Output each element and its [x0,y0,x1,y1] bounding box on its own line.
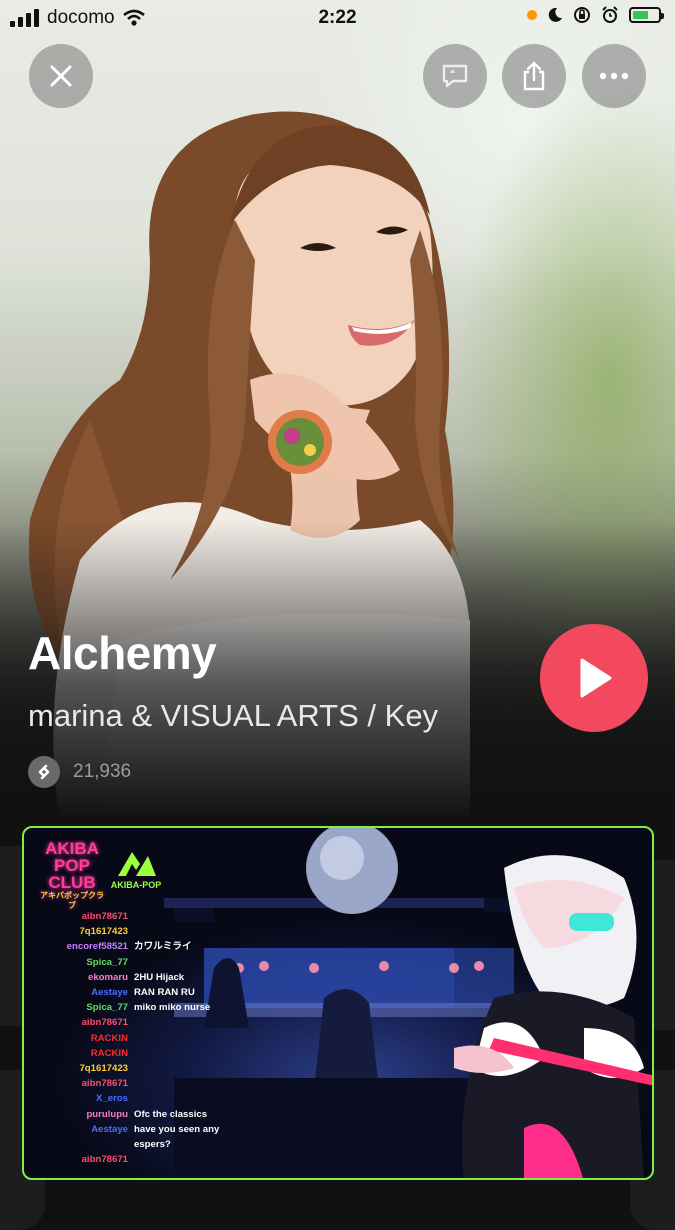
close-icon [50,65,72,87]
status-right [527,6,664,24]
akiba-pop-logo-text: AKIBA-POP [110,880,162,890]
chat-username: X_eros [96,1093,128,1105]
chat-row: 7q1617423 [30,1061,270,1076]
lyrics-icon: ❝ [442,64,468,88]
chat-username [30,1137,128,1152]
chat-row: 7q1617423 [30,924,270,939]
logo-line-1: AKIBA [45,839,99,858]
shazam-count: 21,936 [28,756,131,788]
chat-row: espers? [30,1137,270,1152]
close-button[interactable] [29,44,93,108]
chat-row: Spica_77 miko miko nurse [30,1000,270,1015]
akiba-pop-logo-mark [118,852,156,876]
chat-username: aibn78671 [81,1078,128,1090]
play-button[interactable] [540,624,648,732]
chat-row: Aestaye have you seen any [30,1122,270,1137]
chat-message: have you seen any [134,1123,220,1135]
chat-username: 7q1617423 [79,926,128,938]
share-button[interactable] [502,44,566,108]
chat-username: 7q1617423 [79,1063,128,1075]
logo-line-2: POP [54,856,90,875]
chat-message: 2HU Hijack [134,971,185,983]
moon-icon [548,7,562,22]
chat-username: Spica_77 [86,1002,128,1014]
orientation-lock-icon [574,7,590,23]
chat-row: RACKIN [30,1046,270,1061]
chat-username: Spica_77 [86,956,128,968]
play-icon [580,658,612,698]
lyrics-button[interactable]: ❝ [423,44,487,108]
chat-message: miko miko nurse [134,1002,211,1014]
shazam-icon [28,756,60,788]
chat-username: purulupu [86,1108,128,1120]
status-bar: docomo 2:22 [0,0,675,38]
more-icon [599,72,629,80]
live-stream-thumbnail[interactable]: AKIBA POP CLUB アキバポップクラブ AKIBA-POP aibn7… [22,826,654,1180]
battery-fill [633,11,649,19]
chat-row: purulupu Ofc the classics [30,1107,270,1122]
svg-text:❝: ❝ [450,69,455,80]
mic-indicator-dot [527,10,537,20]
chat-username: Aestaye [91,1123,128,1135]
logo-line-3: CLUB [48,873,96,892]
chat-message: Ofc the classics [134,1108,208,1120]
chat-message: カワルミライ [134,941,192,953]
track-title: Alchemy [28,627,217,679]
chat-row: RACKIN [30,1031,270,1046]
chat-row: encoref58521 カワルミライ [30,939,270,954]
chat-username: aibn78671 [81,911,128,922]
chat-username: RACKIN [90,1047,128,1059]
chat-row: aibn78671 [30,1152,270,1167]
akiba-pop-logo: AKIBA-POP [108,850,164,890]
chat-message: espers? [134,1139,171,1151]
chat-username: encoref58521 [66,941,128,953]
chat-row: aibn78671 [30,1076,270,1091]
live-chat-overlay: aibn78671 7q1617423 encoref58521 カワルミライ … [30,909,270,1167]
chat-username: aibn78671 [81,1017,128,1029]
chat-username: Aestaye [91,987,128,999]
shazam-count-value: 21,936 [73,761,132,782]
chat-username: RACKIN [90,1032,128,1044]
share-icon [523,61,545,91]
chat-row: Spica_77 [30,955,270,970]
battery-icon [629,7,664,23]
chat-username: ekomaru [88,971,128,983]
track-artist[interactable]: marina & VISUAL ARTS / Key [28,698,438,734]
chat-row: Aestaye RAN RAN RU [30,985,270,1000]
chat-username: aibn78671 [81,1154,128,1166]
chat-message: RAN RAN RU [134,987,195,999]
more-button[interactable] [582,44,646,108]
logo-subtitle: アキバポップクラブ [40,891,104,910]
chat-row: ekomaru 2HU Hijack [30,970,270,985]
akiba-pop-club-logo: AKIBA POP CLUB アキバポップクラブ [40,840,104,911]
chat-row: aibn78671 [30,909,270,924]
alarm-icon [602,6,618,23]
chat-row: X_eros [30,1091,270,1106]
chat-row: aibn78671 [30,1015,270,1030]
